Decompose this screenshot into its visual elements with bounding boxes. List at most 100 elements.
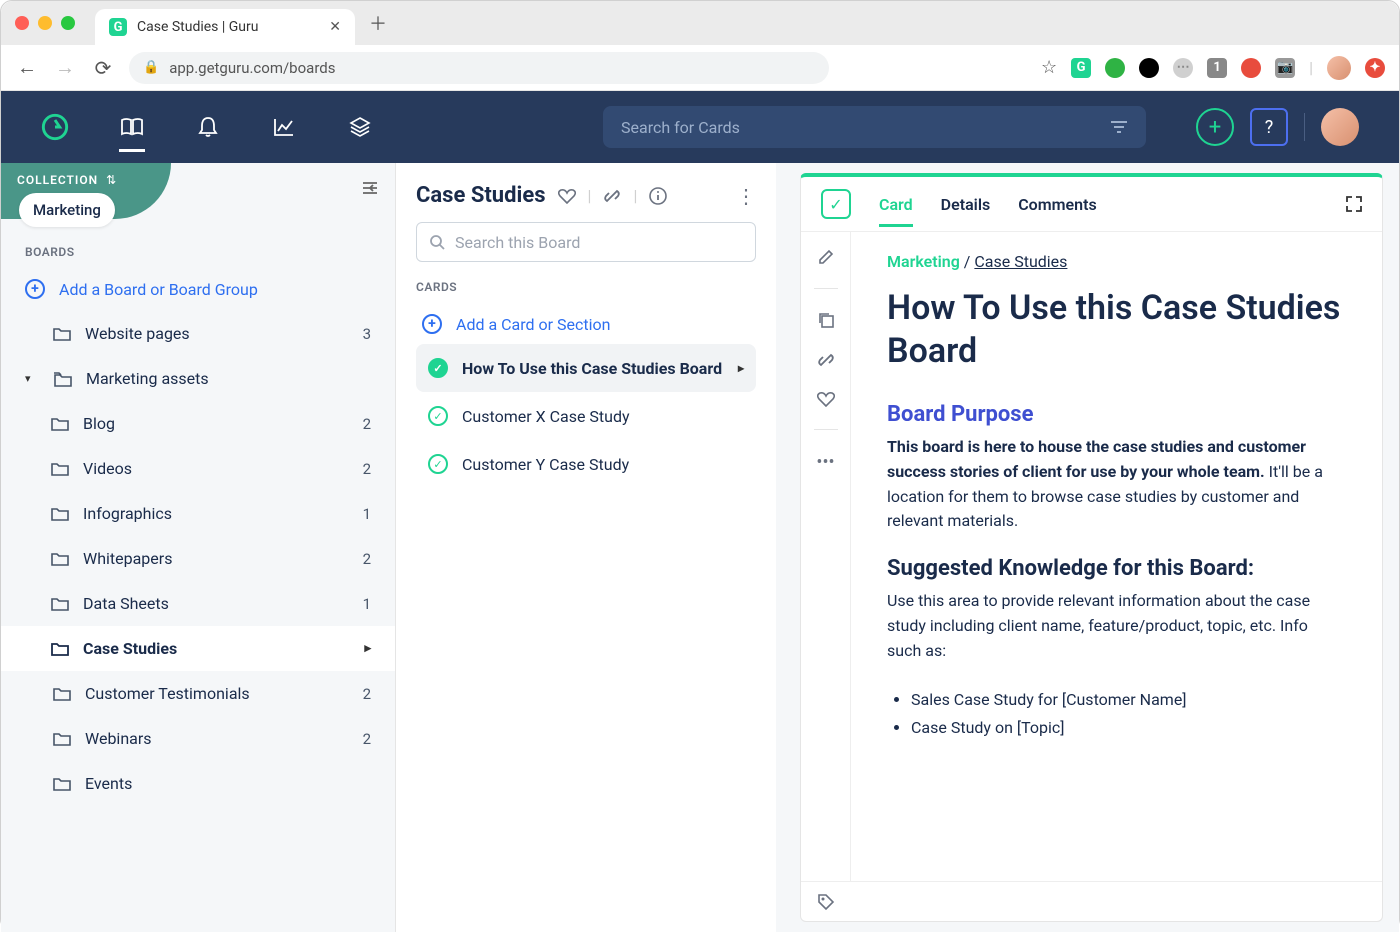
url-input[interactable]: 🔒 app.getguru.com/boards	[129, 52, 829, 84]
chevron-right-icon: ▸	[738, 361, 744, 375]
heart-icon[interactable]	[817, 391, 835, 407]
sidebar-item-videos[interactable]: Videos 2	[1, 446, 395, 491]
close-tab-icon[interactable]: ✕	[329, 19, 341, 35]
app-header: Search for Cards + ?	[1, 91, 1399, 163]
breadcrumb-root[interactable]: Marketing	[887, 252, 960, 271]
check-circle-icon: ✓	[428, 358, 448, 378]
sidebar-item-infographics[interactable]: Infographics 1	[1, 491, 395, 536]
heart-icon[interactable]	[558, 188, 576, 204]
browser-tab-bar: G Case Studies | Guru ✕ ＋	[1, 1, 1399, 45]
folder-icon	[51, 461, 69, 476]
card-item-customer-x[interactable]: ✓ Customer X Case Study	[416, 392, 756, 440]
lock-icon: 🔒	[143, 60, 159, 75]
camera-extension-icon[interactable]: 📷	[1275, 58, 1295, 78]
close-window-icon[interactable]	[15, 16, 29, 30]
folder-icon	[51, 416, 69, 431]
check-circle-icon: ✓	[428, 406, 448, 426]
sidebar-item-webinars[interactable]: Webinars 2	[1, 716, 395, 761]
layers-icon[interactable]	[347, 114, 373, 140]
browser-tab[interactable]: G Case Studies | Guru ✕	[95, 9, 355, 45]
card-panel-wrapper: ✓ Card Details Comments •••	[776, 163, 1399, 932]
sidebar-item-customer-testimonials[interactable]: Customer Testimonials 2	[1, 671, 395, 716]
guru-favicon-icon: G	[109, 18, 127, 36]
card-panel: ✓ Card Details Comments •••	[800, 173, 1383, 922]
collapse-sidebar-icon[interactable]	[361, 181, 379, 195]
add-board-button[interactable]: + Add a Board or Board Group	[1, 267, 395, 311]
breadcrumb: Marketing / Case Studies	[887, 252, 1346, 271]
board-search-input[interactable]: Search this Board	[416, 222, 756, 262]
extension-green-icon[interactable]	[1105, 58, 1125, 78]
sidebar-item-events[interactable]: Events	[1, 761, 395, 806]
back-button[interactable]: ←	[15, 55, 39, 80]
expand-icon[interactable]	[1346, 196, 1362, 212]
help-button[interactable]: ?	[1250, 108, 1288, 146]
check-circle-icon: ✓	[428, 454, 448, 474]
tab-card[interactable]: Card	[879, 195, 913, 227]
folder-icon	[51, 551, 69, 566]
sidebar-item-data-sheets[interactable]: Data Sheets 1	[1, 581, 395, 626]
minimize-window-icon[interactable]	[38, 16, 52, 30]
extension-square-icon[interactable]: 1	[1207, 58, 1227, 78]
boards-section-label: BOARDS	[1, 233, 395, 267]
guru-logo-icon[interactable]	[41, 113, 69, 141]
search-icon	[429, 234, 445, 250]
board-column: Case Studies | | ⋮ Search this Board CAR…	[396, 163, 776, 932]
plus-circle-icon: +	[25, 279, 45, 299]
sidebar-item-case-studies[interactable]: Case Studies ▸	[1, 626, 395, 671]
extension-badge-icon[interactable]: ✦	[1365, 58, 1385, 78]
library-icon[interactable]	[119, 126, 145, 152]
verify-check-icon[interactable]: ✓	[821, 189, 851, 219]
board-search-placeholder: Search this Board	[455, 233, 580, 252]
url-text: app.getguru.com/boards	[169, 59, 335, 77]
link-icon[interactable]	[817, 351, 835, 369]
chevron-down-icon: ▾	[25, 372, 39, 385]
folder-icon	[53, 686, 71, 701]
add-card-button[interactable]: + Add a Card or Section	[416, 304, 756, 344]
maximize-window-icon[interactable]	[61, 16, 75, 30]
card-tabs: ✓ Card Details Comments	[801, 177, 1382, 232]
list-item: Case Study on [Topic]	[911, 714, 1346, 743]
bell-icon[interactable]	[195, 114, 221, 140]
collection-name-pill[interactable]: Marketing	[19, 193, 115, 227]
edit-icon[interactable]	[817, 248, 835, 266]
extension-red-icon[interactable]	[1241, 58, 1261, 78]
tab-comments[interactable]: Comments	[1018, 195, 1096, 214]
profile-avatar-icon[interactable]	[1327, 56, 1351, 80]
copy-icon[interactable]	[817, 311, 835, 329]
add-board-label: Add a Board or Board Group	[59, 280, 258, 299]
extension-gray-icon[interactable]: ⋯	[1173, 58, 1193, 78]
new-tab-button[interactable]: ＋	[369, 10, 387, 36]
info-icon[interactable]	[649, 187, 667, 205]
more-icon[interactable]: ⋮	[736, 184, 756, 208]
more-icon[interactable]: •••	[816, 452, 834, 473]
star-icon[interactable]: ☆	[1041, 57, 1057, 78]
folder-icon	[51, 596, 69, 611]
card-content: Marketing / Case Studies How To Use this…	[851, 232, 1382, 881]
reload-button[interactable]: ⟳	[91, 56, 115, 80]
folder-icon	[53, 776, 71, 791]
extension-black-icon[interactable]	[1139, 58, 1159, 78]
breadcrumb-leaf[interactable]: Case Studies	[974, 252, 1067, 271]
search-input[interactable]: Search for Cards	[603, 106, 1146, 148]
analytics-icon[interactable]	[271, 114, 297, 140]
user-avatar[interactable]	[1321, 108, 1359, 146]
link-icon[interactable]	[603, 187, 621, 205]
guru-extension-icon[interactable]: G	[1071, 58, 1091, 78]
tag-icon[interactable]	[817, 893, 835, 911]
chevron-right-icon: ▸	[364, 641, 371, 656]
filter-icon[interactable]	[1110, 120, 1128, 134]
sidebar-item-whitepapers[interactable]: Whitepapers 2	[1, 536, 395, 581]
folder-icon	[53, 731, 71, 746]
tab-title: Case Studies | Guru	[137, 19, 259, 35]
sidebar-item-blog[interactable]: Blog 2	[1, 401, 395, 446]
card-item-customer-y[interactable]: ✓ Customer Y Case Study	[416, 440, 756, 488]
add-button[interactable]: +	[1196, 108, 1234, 146]
forward-button[interactable]: →	[53, 55, 77, 80]
cards-section-label: CARDS	[416, 280, 756, 294]
card-item-how-to-use[interactable]: ✓ How To Use this Case Studies Board ▸	[416, 344, 756, 392]
tab-details[interactable]: Details	[941, 195, 991, 214]
sidebar-item-marketing-assets[interactable]: ▾ Marketing assets	[1, 356, 395, 401]
section-paragraph: Use this area to provide relevant inform…	[887, 589, 1346, 663]
section-heading: Board Purpose	[887, 402, 1346, 427]
sidebar-item-website-pages[interactable]: Website pages 3	[1, 311, 395, 356]
